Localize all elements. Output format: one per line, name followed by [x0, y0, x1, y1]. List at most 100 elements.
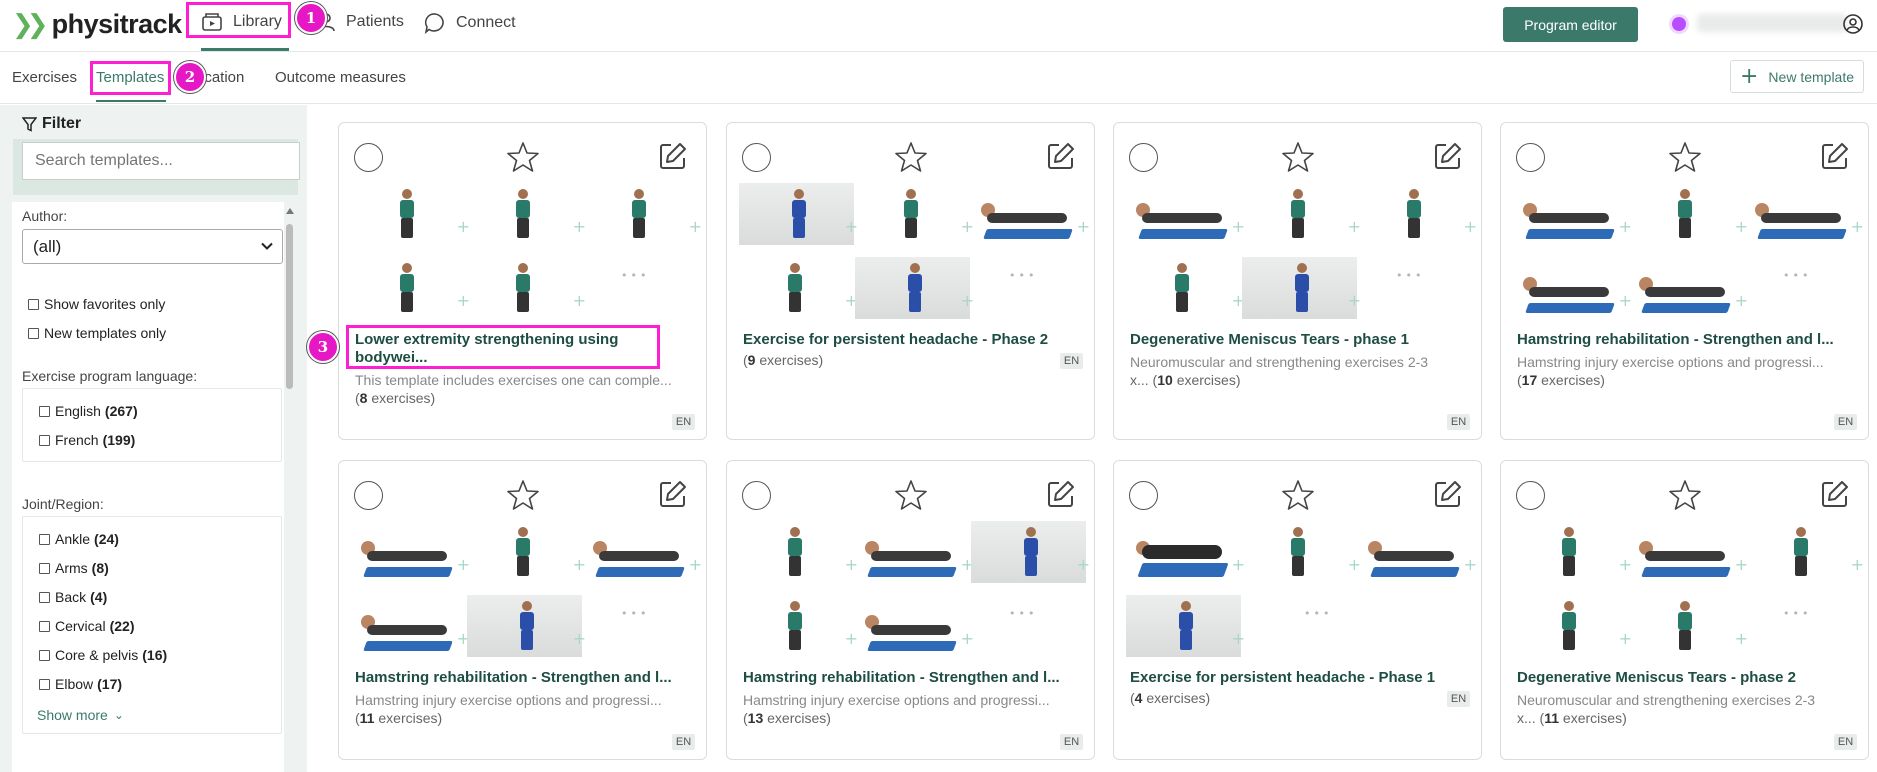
template-title[interactable]: Degenerative Meniscus Tears - phase 2: [1517, 669, 1847, 686]
logo-chevrons-icon: ❯❯: [12, 9, 48, 40]
language-option-french[interactable]: French (199): [39, 432, 135, 448]
count-suffix: exercises): [1559, 710, 1627, 726]
annotation-highlight-templates: [90, 61, 171, 95]
edit-template-icon[interactable]: [1046, 479, 1076, 509]
show-favorites-checkbox[interactable]: Show favorites only: [28, 296, 165, 312]
template-card[interactable]: + + + + + ••• Degenerative Meniscus Tears - ph…: [1500, 460, 1869, 760]
template-title[interactable]: Exercise for persistent headache - Phase…: [1130, 669, 1460, 686]
select-card-radio[interactable]: [1516, 481, 1545, 510]
template-description: Hamstring injury exercise options and pr…: [1517, 354, 1824, 370]
scroll-up-arrow-icon[interactable]: [286, 208, 294, 214]
count-suffix: exercises): [1537, 372, 1605, 388]
exercise-thumbnail: +: [855, 257, 974, 319]
show-more-link[interactable]: Show more ⌄: [37, 707, 124, 723]
select-card-radio[interactable]: [1129, 143, 1158, 172]
user-name-blurred[interactable]: [1697, 14, 1847, 32]
annotation-highlight-card-title: [346, 325, 660, 369]
tab-outcome-measures[interactable]: Outcome measures: [275, 69, 406, 86]
more-exercises-icon: •••: [1783, 607, 1812, 620]
exercise-thumbnail: +: [351, 521, 470, 583]
more-exercises-icon: •••: [621, 269, 650, 282]
region-option-elbow[interactable]: Elbow (17): [39, 676, 122, 692]
scrollbar-thumb[interactable]: [286, 224, 293, 389]
edit-template-icon[interactable]: [1820, 479, 1850, 509]
nav-patients[interactable]: Patients: [316, 12, 404, 32]
template-title[interactable]: Hamstring rehabilitation - Strengthen an…: [743, 669, 1073, 686]
exercise-thumbnail: +: [351, 257, 470, 319]
favorite-star-icon[interactable]: [895, 141, 927, 173]
nav-library-active-indicator: [201, 48, 289, 51]
region-count: (4): [90, 589, 108, 605]
edit-template-icon[interactable]: [658, 141, 688, 171]
user-account-icon[interactable]: [1842, 13, 1864, 35]
checkbox-box[interactable]: [39, 620, 50, 632]
select-card-radio[interactable]: [354, 481, 383, 510]
checkbox-box[interactable]: [39, 405, 50, 417]
favorite-star-icon[interactable]: [1282, 141, 1314, 173]
select-card-radio[interactable]: [742, 143, 771, 172]
edit-template-icon[interactable]: [1433, 479, 1463, 509]
favorite-star-icon[interactable]: [895, 479, 927, 511]
checkbox-box[interactable]: [28, 327, 39, 339]
edit-template-icon[interactable]: [1433, 141, 1463, 171]
checkbox-box[interactable]: [39, 533, 50, 545]
new-template-button[interactable]: + New template: [1730, 60, 1864, 93]
select-card-radio[interactable]: [1516, 143, 1545, 172]
template-card[interactable]: + + + + + ••• Hamstring rehabilitation - Stren…: [1500, 122, 1869, 440]
region-option-arms[interactable]: Arms (8): [39, 560, 109, 576]
library-subtabs: Exercises Templates ucation Outcome meas…: [0, 53, 1877, 104]
filter-title-text: Filter: [42, 115, 82, 132]
checkbox-box[interactable]: [39, 562, 50, 574]
select-card-radio[interactable]: [1129, 481, 1158, 510]
template-title[interactable]: Degenerative Meniscus Tears - phase 1: [1130, 331, 1460, 348]
favorite-star-icon[interactable]: [507, 479, 539, 511]
language-badge: EN: [1447, 414, 1470, 430]
language-badge: EN: [1060, 734, 1083, 750]
favorite-star-icon[interactable]: [1669, 141, 1701, 173]
template-card[interactable]: + + + + ••• Exercise for persistent headache …: [1113, 460, 1482, 760]
checkbox-box[interactable]: [39, 591, 50, 603]
nav-connect[interactable]: Connect: [424, 12, 516, 34]
tab-exercises[interactable]: Exercises: [12, 69, 77, 86]
annotation-badge-1: 1: [295, 2, 327, 34]
exercise-thumbnail: +: [1242, 257, 1361, 319]
edit-template-icon[interactable]: [1820, 141, 1850, 171]
favorite-star-icon[interactable]: [1669, 479, 1701, 511]
sidebar-scrollbar[interactable]: [285, 208, 295, 772]
author-select[interactable]: (all): [22, 229, 283, 264]
region-option-cervical[interactable]: Cervical (22): [39, 618, 134, 634]
select-card-radio[interactable]: [742, 481, 771, 510]
checkbox-box[interactable]: [28, 298, 39, 310]
program-editor-button[interactable]: Program editor: [1503, 7, 1638, 42]
template-card[interactable]: + + + + + ••• Degenerative Meniscus Tears - ph…: [1113, 122, 1482, 440]
checkbox-box[interactable]: [39, 678, 50, 690]
author-label: Author:: [22, 208, 68, 224]
region-option-ankle[interactable]: Ankle (24): [39, 531, 119, 547]
favorite-star-icon[interactable]: [507, 141, 539, 173]
search-templates-input[interactable]: [22, 142, 300, 180]
checkbox-box[interactable]: [39, 434, 50, 446]
checkbox-box[interactable]: [39, 649, 50, 661]
template-title[interactable]: Hamstring rehabilitation - Strengthen an…: [1517, 331, 1847, 348]
favorite-star-icon[interactable]: [1282, 479, 1314, 511]
template-title[interactable]: Exercise for persistent headache - Phase…: [743, 331, 1073, 348]
plus-icon: +: [1739, 63, 1759, 89]
edit-template-icon[interactable]: [658, 479, 688, 509]
physitrack-logo[interactable]: ❯❯ physitrack: [12, 9, 182, 40]
exercise-count: (11 exercises): [355, 710, 442, 726]
template-card[interactable]: + + + + + ••• Hamstring rehabilitation - Stren…: [726, 460, 1095, 760]
template-card[interactable]: + + + + + ••• Exercise for persistent headache…: [726, 122, 1095, 440]
new-templates-checkbox[interactable]: New templates only: [28, 325, 166, 341]
count-value: 17: [1521, 372, 1538, 388]
template-card[interactable]: + + + + + ••• Lower extremity strengthening us…: [338, 122, 707, 440]
more-exercises-icon: •••: [1009, 269, 1038, 282]
region-option-core-pelvis[interactable]: Core & pelvis (16): [39, 647, 167, 663]
region-option-back[interactable]: Back (4): [39, 589, 107, 605]
select-card-radio[interactable]: [354, 143, 383, 172]
template-card[interactable]: + + + + + ••• Hamstring rehabilitation - Stren…: [338, 460, 707, 760]
template-description: Hamstring injury exercise options and pr…: [743, 692, 1050, 708]
exercise-thumbnail: +: [855, 595, 974, 657]
edit-template-icon[interactable]: [1046, 141, 1076, 171]
language-option-english[interactable]: English (267): [39, 403, 138, 419]
template-title[interactable]: Hamstring rehabilitation - Strengthen an…: [355, 669, 685, 686]
